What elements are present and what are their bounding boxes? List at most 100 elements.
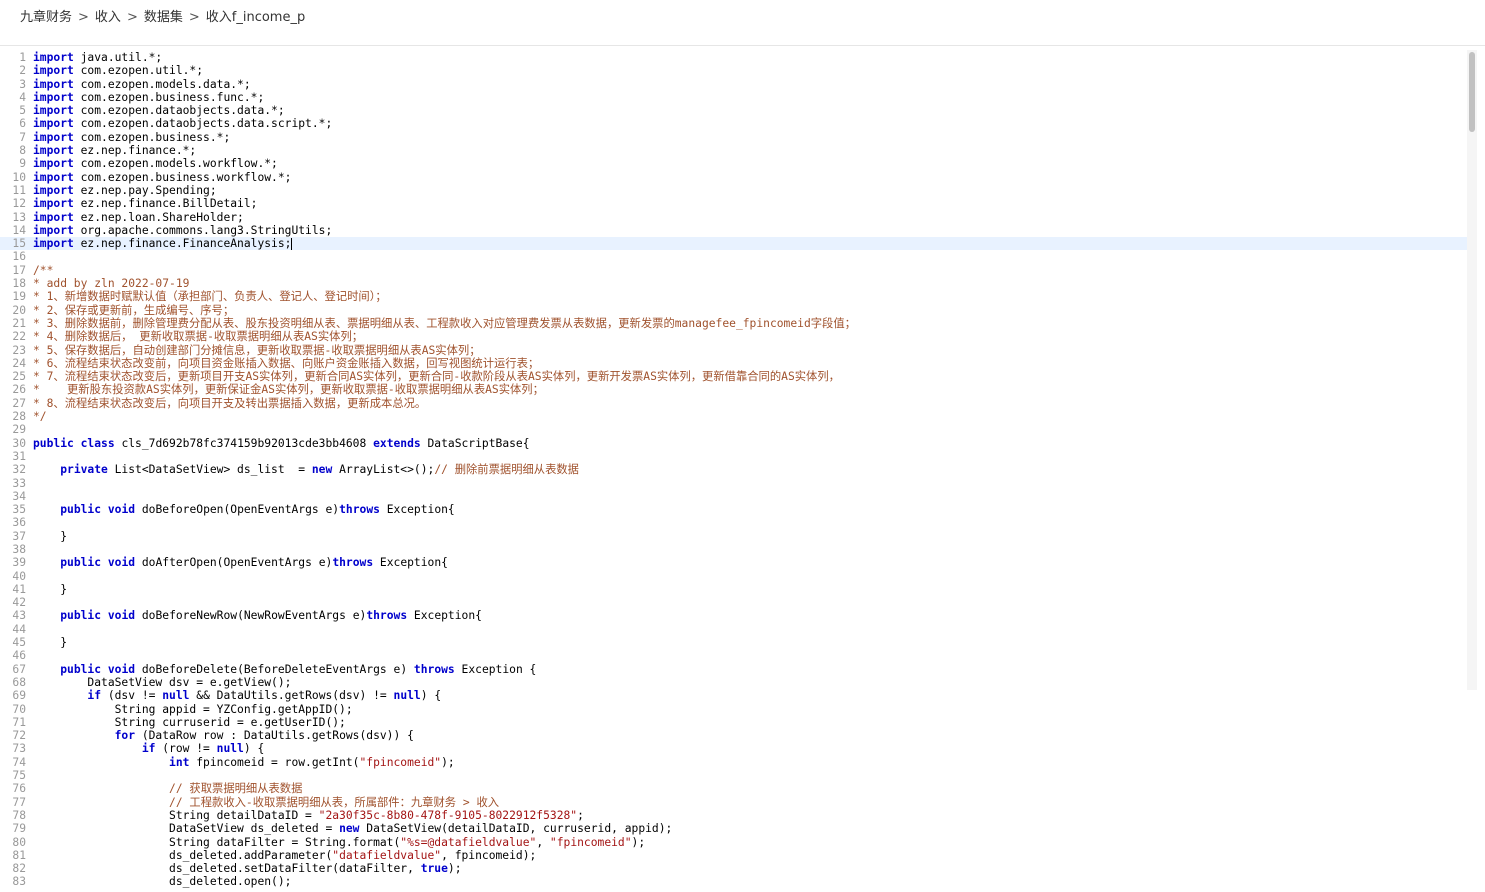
code-line[interactable]: 72 for (DataRow row : DataUtils.getRows(… [0,729,1467,742]
code-text[interactable]: DataSetView dsv = e.getView(); [33,676,291,689]
code-line[interactable]: 22 * 4、删除数据后， 更新收取票据-收取票据明细从表AS实体列； [0,330,1467,343]
code-text[interactable]: import com.ezopen.dataobjects.data.*; [33,104,285,117]
code-text[interactable]: import com.ezopen.business.func.*; [33,91,264,104]
code-line[interactable]: 28 */ [0,410,1467,423]
code-text[interactable]: import ez.nep.pay.Spending; [33,184,217,197]
code-text[interactable]: String detailDataID = "2a30f35c-8b80-478… [33,809,584,822]
code-text[interactable]: import com.ezopen.models.data.*; [33,78,251,91]
scrollbar-thumb[interactable] [1469,52,1475,132]
code-line[interactable]: 37 } [0,530,1467,543]
code-text[interactable]: ds_deleted.addParameter("datafieldvalue"… [33,849,536,862]
code-line[interactable]: 68 DataSetView dsv = e.getView(); [0,676,1467,689]
code-line[interactable]: 67 public void doBeforeDelete(BeforeDele… [0,663,1467,676]
code-text[interactable]: * 8、流程结束状态改变后，向项目开支及转出票据插入数据，更新成本总况。 [33,397,426,410]
code-line[interactable]: 29 [0,423,1467,436]
code-text[interactable]: String appid = YZConfig.getAppID(); [33,703,353,716]
code-text[interactable]: public void doBeforeOpen(OpenEventArgs e… [33,503,455,516]
code-line[interactable]: 70 String appid = YZConfig.getAppID(); [0,703,1467,716]
code-line[interactable]: 76 // 获取票据明细从表数据 [0,782,1467,795]
code-text[interactable]: String curruserid = e.getUserID(); [33,716,346,729]
code-text[interactable]: int fpincomeid = row.getInt("fpincomeid"… [33,756,455,769]
code-line[interactable]: 26 * 更新股东投资款AS实体列，更新保证金AS实体列，更新收取票据-收取票据明… [0,383,1467,396]
code-text[interactable]: * 2、保存或更新前，生成编号、序号； [33,304,234,317]
code-text[interactable]: */ [33,410,47,423]
code-text[interactable]: /** [33,264,53,277]
code-line[interactable]: 1 import java.util.*; [0,51,1467,64]
code-line[interactable]: 79 DataSetView ds_deleted = new DataSetV… [0,822,1467,835]
code-line[interactable]: 78 String detailDataID = "2a30f35c-8b80-… [0,809,1467,822]
code-line[interactable]: 4 import com.ezopen.business.func.*; [0,91,1467,104]
code-text[interactable]: // 工程款收入-收取票据明细从表，所属部件：九章财务 > 收入 [33,796,499,809]
code-line[interactable]: 8 import ez.nep.finance.*; [0,144,1467,157]
code-text[interactable]: import com.ezopen.util.*; [33,64,203,77]
code-line[interactable]: 41 } [0,583,1467,596]
code-line[interactable]: 27 * 8、流程结束状态改变后，向项目开支及转出票据插入数据，更新成本总况。 [0,397,1467,410]
code-text[interactable]: public void doBeforeDelete(BeforeDeleteE… [33,663,536,676]
code-text[interactable]: import ez.nep.finance.FinanceAnalysis; [33,237,293,251]
code-line[interactable]: 32 private List<DataSetView> ds_list = n… [0,463,1467,476]
code-line[interactable]: 18 * add by zln 2022-07-19 [0,277,1467,290]
code-text[interactable]: * 6、流程结束状态改变前，向项目资金账插入数据、向账户资金账插入数据，回写视图… [33,357,539,370]
code-text[interactable]: if (row != null) { [33,742,264,755]
code-line[interactable]: 81 ds_deleted.addParameter("datafieldval… [0,849,1467,862]
code-line[interactable]: 74 int fpincomeid = row.getInt("fpincome… [0,756,1467,769]
code-text[interactable]: } [33,583,67,596]
code-text[interactable]: import org.apache.commons.lang3.StringUt… [33,224,332,237]
code-line[interactable]: 36 [0,516,1467,529]
code-line[interactable]: 2 import com.ezopen.util.*; [0,64,1467,77]
code-line[interactable]: 5 import com.ezopen.dataobjects.data.*; [0,104,1467,117]
code-text[interactable]: public void doBeforeNewRow(NewRowEventAr… [33,609,482,622]
code-text[interactable]: private List<DataSetView> ds_list = new … [33,463,579,476]
code-line[interactable]: 19 * 1、新增数据时赋默认值（承担部门、负责人、登记人、登记时间）； [0,290,1467,303]
code-text[interactable]: String dataFilter = String.format("%s=@d… [33,836,645,849]
code-line[interactable]: 83 ds_deleted.open(); [0,875,1467,888]
code-line[interactable]: 11 import ez.nep.pay.Spending; [0,184,1467,197]
code-text[interactable]: * add by zln 2022-07-19 [33,277,189,290]
code-text[interactable]: import ez.nep.loan.ShareHolder; [33,211,244,224]
code-line[interactable]: 14 import org.apache.commons.lang3.String… [0,224,1467,237]
code-text[interactable]: ds_deleted.setDataFilter(dataFilter, tru… [33,862,462,875]
code-text[interactable]: // 获取票据明细从表数据 [33,782,302,795]
code-area[interactable]: 1 import java.util.*; 2 import com.ezopen.u… [0,51,1467,889]
code-line[interactable]: 9 import com.ezopen.models.workflow.*; [0,157,1467,170]
code-line[interactable]: 40 [0,570,1467,583]
code-line[interactable]: 46 [0,649,1467,662]
code-line[interactable]: 71 String curruserid = e.getUserID(); [0,716,1467,729]
code-line[interactable]: 3 import com.ezopen.models.data.*; [0,78,1467,91]
breadcrumb-item[interactable]: 收入 [95,10,121,25]
code-text[interactable]: * 5、保存数据后，自动创建部门分摊信息，更新收取票据-收取票据明细从表AS实体… [33,344,481,357]
code-line[interactable]: 31 [0,450,1467,463]
code-text[interactable]: if (dsv != null && DataUtils.getRows(dsv… [33,689,441,702]
code-line[interactable]: 20 * 2、保存或更新前，生成编号、序号； [0,304,1467,317]
code-line[interactable]: 35 public void doBeforeOpen(OpenEventArg… [0,503,1467,516]
vertical-scrollbar[interactable] [1467,50,1477,690]
code-text[interactable]: import com.ezopen.business.*; [33,131,230,144]
code-text[interactable]: * 3、删除数据前，删除管理费分配从表、股东投资明细从表、票据明细从表、工程款收… [33,317,856,330]
code-text[interactable]: * 7、流程结束状态改变后，更新项目开支AS实体列，更新合同AS实体列，更新合同… [33,370,840,383]
code-line[interactable]: 30 public class cls_7d692b78fc374159b9201… [0,437,1467,450]
breadcrumb-item[interactable]: 九章财务 [20,10,72,25]
code-line[interactable]: 77 // 工程款收入-收取票据明细从表，所属部件：九章财务 > 收入 [0,796,1467,809]
code-line[interactable]: 73 if (row != null) { [0,742,1467,755]
code-text[interactable]: import ez.nep.finance.BillDetail; [33,197,257,210]
code-text[interactable]: import com.ezopen.dataobjects.data.scrip… [33,117,332,130]
code-text[interactable]: import com.ezopen.business.workflow.*; [33,171,291,184]
code-line[interactable]: 16 [0,250,1467,263]
code-line[interactable]: 21 * 3、删除数据前，删除管理费分配从表、股东投资明细从表、票据明细从表、工程… [0,317,1467,330]
code-line[interactable]: 15 import ez.nep.finance.FinanceAnalysis; [0,237,1467,251]
code-line[interactable]: 23 * 5、保存数据后，自动创建部门分摊信息，更新收取票据-收取票据明细从表AS… [0,344,1467,357]
code-line[interactable]: 80 String dataFilter = String.format("%s… [0,836,1467,849]
code-editor[interactable]: 1 import java.util.*; 2 import com.ezopen.u… [0,45,1485,892]
code-text[interactable]: DataSetView ds_deleted = new DataSetView… [33,822,672,835]
code-line[interactable]: 42 [0,596,1467,609]
code-text[interactable]: * 1、新增数据时赋默认值（承担部门、负责人、登记人、登记时间）； [33,290,387,303]
code-line[interactable]: 12 import ez.nep.finance.BillDetail; [0,197,1467,210]
code-line[interactable]: 10 import com.ezopen.business.workflow.*; [0,171,1467,184]
code-text[interactable]: * 4、删除数据后， 更新收取票据-收取票据明细从表AS实体列； [33,330,363,343]
code-text[interactable]: } [33,636,67,649]
code-line[interactable]: 75 [0,769,1467,782]
code-line[interactable]: 24 * 6、流程结束状态改变前，向项目资金账插入数据、向账户资金账插入数据，回写… [0,357,1467,370]
code-line[interactable]: 13 import ez.nep.loan.ShareHolder; [0,211,1467,224]
code-line[interactable]: 38 [0,543,1467,556]
code-line[interactable]: 44 [0,623,1467,636]
